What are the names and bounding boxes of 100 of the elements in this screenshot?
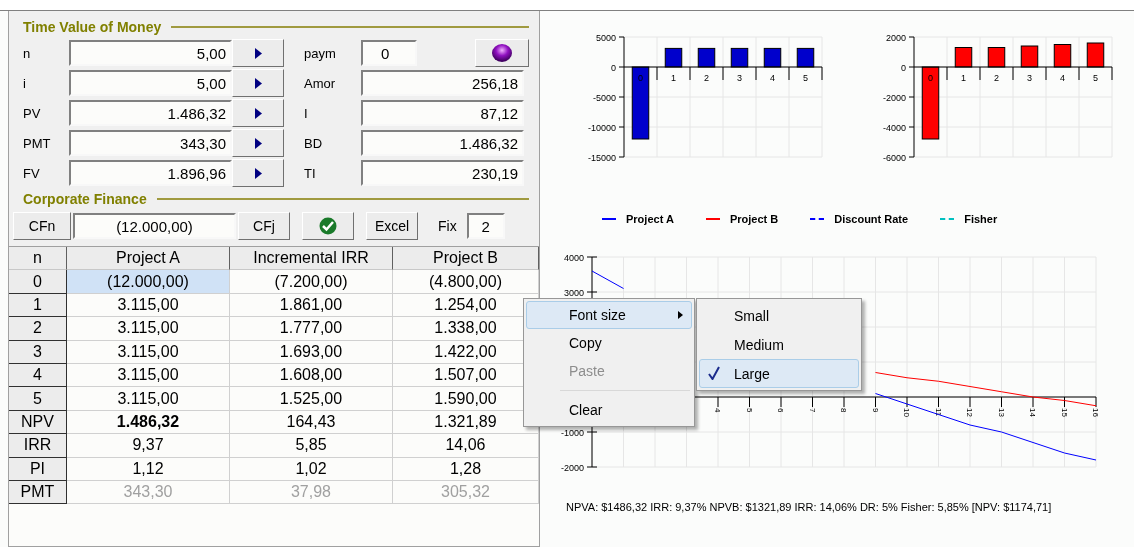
row-header: 3 bbox=[9, 340, 67, 364]
column-header[interactable]: n bbox=[9, 247, 67, 271]
input-field[interactable]: 343,30 bbox=[69, 130, 232, 156]
row-header: IRR bbox=[9, 434, 67, 458]
table-cell[interactable]: 1.861,00 bbox=[230, 293, 393, 318]
column-header[interactable]: Project B bbox=[393, 247, 539, 271]
cfj-button[interactable]: CFj bbox=[238, 212, 290, 240]
axis-label: 10 bbox=[902, 408, 911, 417]
legend-label: Project A bbox=[626, 213, 674, 225]
arrow-button[interactable] bbox=[232, 69, 284, 97]
axis-label: 11 bbox=[933, 408, 943, 417]
axis-label: -2000 bbox=[882, 92, 906, 103]
table-cell[interactable]: (7.200,00) bbox=[230, 270, 393, 294]
axis-label: 0 bbox=[638, 73, 643, 83]
input-field[interactable]: 1.896,96 bbox=[69, 160, 232, 186]
arrow-button[interactable] bbox=[232, 39, 284, 67]
axis-label: 4 bbox=[713, 408, 722, 413]
axis-label: 5000 bbox=[595, 32, 616, 43]
legend-label: Project B bbox=[729, 213, 779, 225]
summary-text: NPVA: $1486,32 IRR: 9,37% NPVB: $1321,89 IRR: 14,06% DR: 5% Fisher: 5,85% [NPV: $1174,71] bbox=[566, 501, 1053, 513]
table-cell[interactable]: 3.115,00 bbox=[67, 340, 230, 364]
axis-label: 2 bbox=[704, 73, 709, 83]
axis-label: 2 bbox=[994, 73, 999, 83]
arrow-button[interactable] bbox=[232, 99, 284, 127]
table-cell[interactable]: 3.115,00 bbox=[67, 363, 230, 388]
bar bbox=[987, 47, 1006, 68]
axis-label: 1 bbox=[961, 73, 966, 83]
bar bbox=[763, 47, 782, 68]
input-field[interactable]: 1.486,32 bbox=[69, 100, 232, 126]
confirm-button[interactable] bbox=[302, 212, 354, 240]
axis-label: 16 bbox=[1091, 408, 1100, 417]
menu-item[interactable]: Large bbox=[699, 359, 859, 388]
menu-item[interactable]: Medium bbox=[699, 330, 859, 359]
axis-label: 6 bbox=[776, 408, 785, 413]
section-title: Corporate Finance bbox=[23, 191, 147, 207]
table-cell[interactable]: 164,43 bbox=[230, 410, 393, 435]
table-cell[interactable]: 14,06 bbox=[393, 434, 539, 458]
table-cell[interactable]: 1,02 bbox=[230, 457, 393, 481]
menu-item[interactable]: Font size bbox=[526, 301, 692, 329]
table-cell[interactable]: 1.525,00 bbox=[230, 387, 393, 411]
column-header[interactable]: Incremental IRR bbox=[230, 247, 393, 271]
bar bbox=[954, 47, 973, 68]
axis-label: -1000 bbox=[560, 427, 584, 438]
table-cell[interactable]: (12.000,00) bbox=[67, 270, 230, 294]
bar bbox=[697, 47, 716, 68]
bar bbox=[664, 47, 683, 68]
legend-label: Fisher bbox=[964, 213, 998, 225]
table-cell[interactable]: 1.608,00 bbox=[230, 363, 393, 388]
input-field[interactable]: (12.000,00) bbox=[73, 213, 236, 239]
field-label: PMT bbox=[23, 135, 52, 151]
axis-label: 3 bbox=[1027, 73, 1032, 83]
input-field[interactable]: 1.486,32 bbox=[361, 130, 524, 156]
table-cell[interactable]: 1.777,00 bbox=[230, 317, 393, 341]
column-header[interactable]: Project A bbox=[67, 247, 230, 271]
cfn-button[interactable]: CFn bbox=[13, 212, 71, 240]
input-field[interactable]: 5,00 bbox=[69, 70, 232, 96]
table-cell[interactable]: (4.800,00) bbox=[393, 270, 539, 294]
table-cell[interactable]: 1.486,32 bbox=[67, 410, 230, 435]
row-header: 0 bbox=[9, 270, 67, 294]
axis-label: 5 bbox=[744, 408, 754, 413]
input-field[interactable]: 0 bbox=[361, 40, 417, 66]
axis-label: 4 bbox=[770, 73, 775, 83]
table-cell[interactable]: 5,85 bbox=[230, 434, 393, 458]
axis-label: 8 bbox=[839, 408, 848, 413]
axis-label: 5 bbox=[803, 73, 808, 83]
ball-button[interactable] bbox=[475, 39, 529, 67]
axis-label: 3000 bbox=[563, 287, 584, 298]
axis-label: 4 bbox=[1060, 73, 1065, 83]
section-title: Time Value of Money bbox=[23, 19, 162, 35]
axis-label: 0 bbox=[901, 62, 906, 73]
axis-label: 2000 bbox=[885, 32, 906, 43]
caret-icon bbox=[678, 311, 683, 319]
triangle-icon bbox=[254, 167, 262, 179]
input-field[interactable]: 230,19 bbox=[361, 160, 524, 186]
table-cell[interactable]: 3.115,00 bbox=[67, 317, 230, 341]
row-header: PMT bbox=[9, 480, 67, 505]
triangle-icon bbox=[254, 77, 262, 89]
axis-label: 13 bbox=[996, 408, 1006, 417]
table-cell[interactable]: 3.115,00 bbox=[67, 293, 230, 318]
triangle-icon bbox=[254, 107, 262, 119]
input-field[interactable]: 256,18 bbox=[361, 70, 524, 96]
table-cell[interactable]: 1,28 bbox=[393, 457, 539, 481]
menu-item[interactable]: Small bbox=[699, 301, 859, 330]
input-field[interactable]: 87,12 bbox=[361, 100, 524, 126]
arrow-button[interactable] bbox=[232, 159, 284, 187]
axis-label: 5 bbox=[1093, 73, 1098, 83]
table-cell[interactable]: 3.115,00 bbox=[67, 387, 230, 411]
field-label: FV bbox=[23, 165, 41, 181]
axis-label: -4000 bbox=[882, 122, 906, 133]
axis-label: -15000 bbox=[587, 152, 616, 163]
table-cell[interactable]: 1,12 bbox=[67, 457, 230, 481]
axis-label: 7 bbox=[807, 408, 817, 413]
arrow-button[interactable] bbox=[232, 129, 284, 157]
axis-label: -10000 bbox=[587, 122, 616, 133]
input-field[interactable]: 5,00 bbox=[69, 40, 232, 66]
field-label: PV bbox=[23, 105, 42, 121]
table-cell[interactable]: 9,37 bbox=[67, 434, 230, 458]
table-cell[interactable]: 1.693,00 bbox=[230, 340, 393, 364]
excel-button[interactable]: Excel bbox=[366, 212, 418, 240]
input-field[interactable]: 2 bbox=[466, 213, 505, 239]
